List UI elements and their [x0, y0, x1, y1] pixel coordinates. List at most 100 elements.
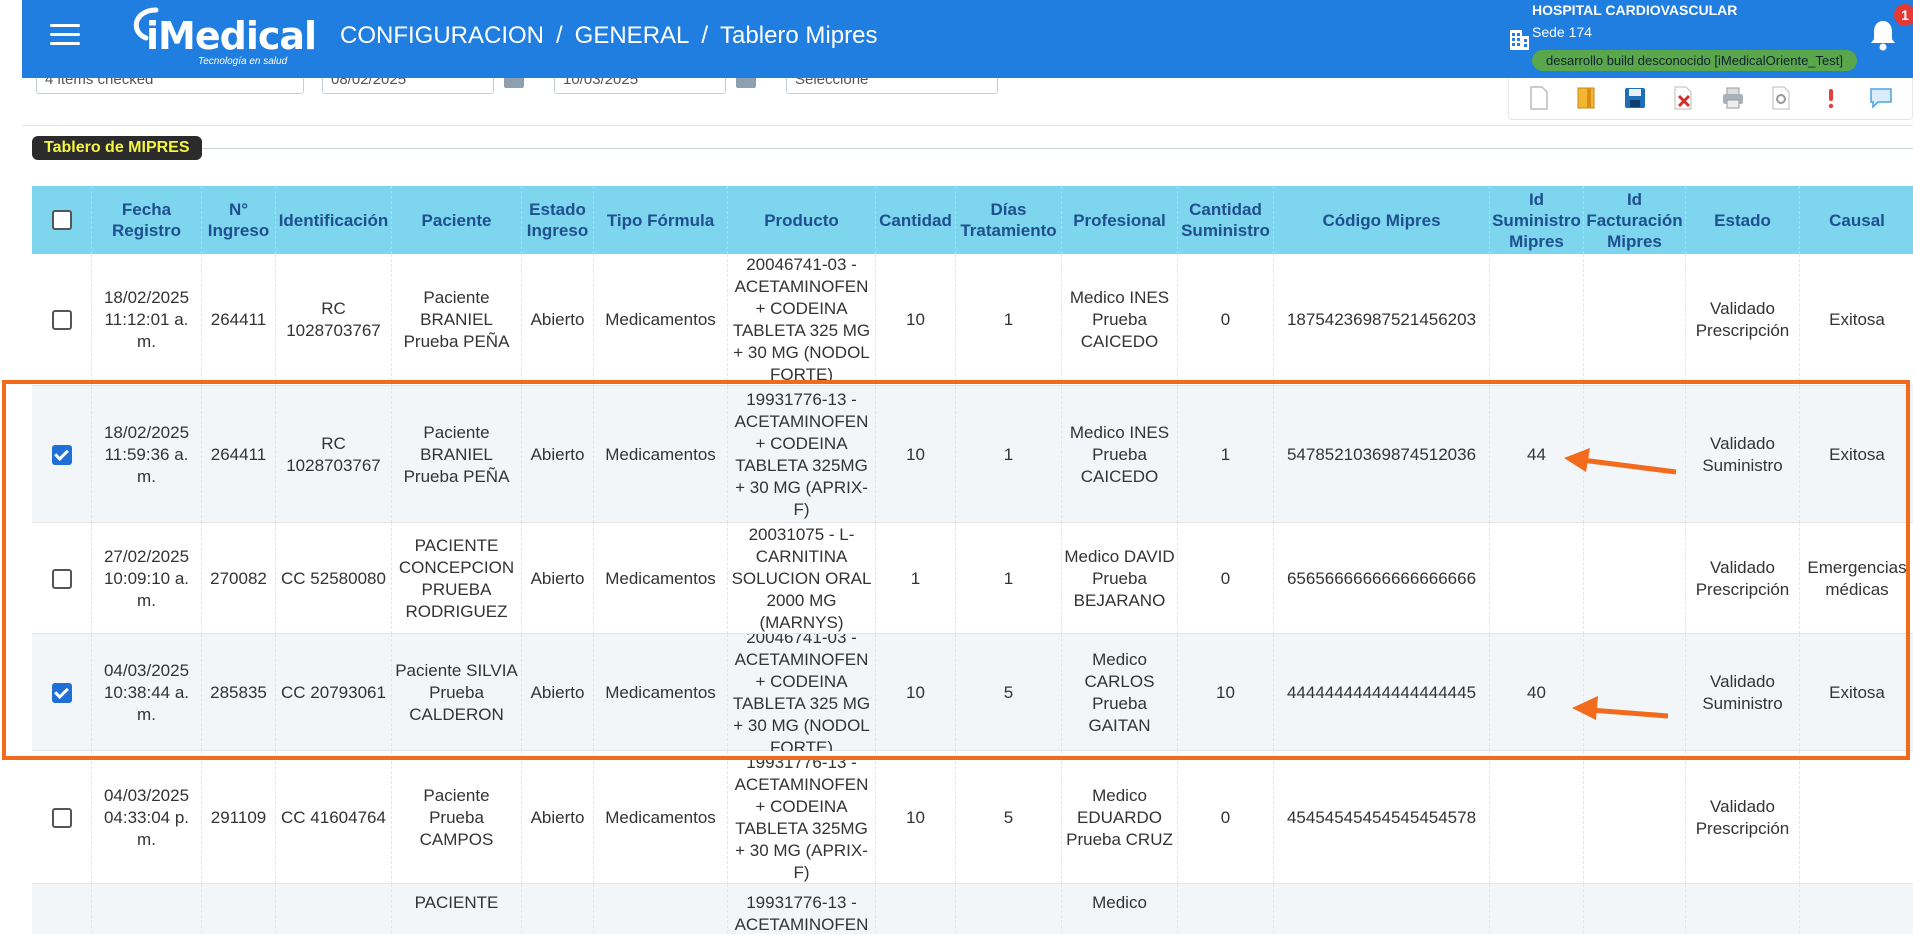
- table-row[interactable]: 04/03/2025 10:38:44 a. m. 285835 CC 207930…: [32, 634, 1913, 751]
- cell-numero-ingreso: 285835: [202, 634, 276, 751]
- column-header-paciente[interactable]: Paciente: [392, 186, 522, 254]
- column-header-numero-ingreso[interactable]: N° Ingreso: [202, 186, 276, 254]
- select-all-checkbox[interactable]: [51, 210, 72, 230]
- table-row[interactable]: PACIENTE 19931776-13 - ACETAMINOFEN Medico: [32, 884, 1913, 934]
- table-row[interactable]: 18/02/2025 11:59:36 a. m. 264411 RC 102870…: [32, 386, 1913, 523]
- environment-badge: desarrollo build desconocido [iMedicalOr…: [1532, 50, 1857, 71]
- cell-producto: 20031075 - L-CARNITINA SOLUCION ORAL 200…: [728, 523, 876, 634]
- cell-estado-ingreso: Abierto: [522, 523, 594, 634]
- cell-causal: Exitosa: [1800, 634, 1913, 751]
- column-header-cantidad-suministro[interactable]: Cantidad Suministro: [1178, 186, 1274, 254]
- column-header-codigo-mipres[interactable]: Código Mipres: [1274, 186, 1490, 254]
- cell-numero-ingreso: 270082: [202, 523, 276, 634]
- cell-producto: 20046741-03 - ACETAMINOFEN + CODEINA TAB…: [728, 634, 876, 751]
- column-header-id-facturacion-mipres[interactable]: Id Facturación Mipres: [1584, 186, 1686, 254]
- table-row[interactable]: 27/02/2025 10:09:10 a. m. 270082 CC 525800…: [32, 523, 1913, 634]
- column-header-fecha-registro[interactable]: Fecha Registro: [92, 186, 202, 254]
- cell-estado-ingreso: [522, 884, 594, 934]
- cell-cantidad: 1: [876, 523, 956, 634]
- cell-paciente: Paciente BRANIEL Prueba PEÑA: [392, 386, 522, 523]
- cell-dias-tratamiento: 1: [956, 254, 1062, 386]
- row-select-cell: [32, 634, 92, 751]
- column-header-dias-tratamiento[interactable]: Días Tratamiento: [956, 186, 1062, 254]
- cell-id-suministro-mipres: [1490, 751, 1584, 884]
- menu-icon[interactable]: [50, 24, 80, 48]
- cell-identificacion: RC 1028703767: [276, 386, 392, 523]
- cell-cantidad-suministro: 0: [1178, 751, 1274, 884]
- cell-cantidad: 10: [876, 386, 956, 523]
- cell-identificacion: CC 41604764: [276, 751, 392, 884]
- delete-icon[interactable]: [1671, 85, 1695, 111]
- row-select-cell: [32, 751, 92, 884]
- cell-estado: Validado Suministro: [1686, 386, 1800, 523]
- cell-tipo-formula: Medicamentos: [594, 634, 728, 751]
- column-header-producto[interactable]: Producto: [728, 186, 876, 254]
- cell-dias-tratamiento: 5: [956, 634, 1062, 751]
- table-row[interactable]: 04/03/2025 04:33:04 p. m. 291109 CC 416047…: [32, 751, 1913, 884]
- cell-identificacion: RC 1028703767: [276, 254, 392, 386]
- cell-fecha-registro: 04/03/2025 10:38:44 a. m.: [92, 634, 202, 751]
- cell-causal: [1800, 884, 1913, 934]
- cell-causal: Exitosa: [1800, 254, 1913, 386]
- cell-paciente: PACIENTE: [392, 884, 522, 934]
- cell-estado: Validado Prescripción: [1686, 254, 1800, 386]
- print-icon[interactable]: [1721, 85, 1745, 111]
- page: 4 items checked 08/02/2025 10/03/2025 Se…: [0, 0, 1913, 934]
- row-select-cell: [32, 523, 92, 634]
- cell-cantidad: 10: [876, 751, 956, 884]
- row-select-cell: [32, 254, 92, 386]
- cell-estado-ingreso: Abierto: [522, 634, 594, 751]
- alert-icon[interactable]: [1819, 85, 1843, 111]
- cell-cantidad-suministro: 0: [1178, 254, 1274, 386]
- cell-estado: Validado Prescripción: [1686, 751, 1800, 884]
- cell-profesional: Medico DAVID Prueba BEJARANO: [1062, 523, 1178, 634]
- sede-label: Sede 174: [1532, 24, 1592, 40]
- cell-dias-tratamiento: 1: [956, 386, 1062, 523]
- comment-icon[interactable]: [1869, 85, 1893, 111]
- column-header-cantidad[interactable]: Cantidad: [876, 186, 956, 254]
- table-row[interactable]: 18/02/2025 11:12:01 a. m. 264411 RC 102870…: [32, 254, 1913, 386]
- cell-estado-ingreso: Abierto: [522, 751, 594, 884]
- panel-divider: [32, 148, 1913, 149]
- cell-id-facturacion-mipres: [1584, 751, 1686, 884]
- save-icon[interactable]: [1623, 85, 1647, 111]
- row-checkbox[interactable]: [51, 310, 72, 330]
- row-select-cell: [32, 884, 92, 934]
- top-bar: iMedical Tecnología en salud CONFIGURACI…: [22, 0, 1913, 78]
- row-checkbox[interactable]: [51, 444, 72, 465]
- preview-icon[interactable]: [1769, 85, 1793, 111]
- column-header-tipo-formula[interactable]: Tipo Fórmula: [594, 186, 728, 254]
- breadcrumb-item-tablero: Tablero Mipres: [720, 22, 878, 49]
- column-header-profesional[interactable]: Profesional: [1062, 186, 1178, 254]
- building-icon: [1510, 30, 1529, 50]
- cell-id-facturacion-mipres: [1584, 523, 1686, 634]
- row-checkbox[interactable]: [51, 682, 72, 703]
- cell-id-suministro-mipres: 40: [1490, 634, 1584, 751]
- column-header-identificacion[interactable]: Identificación: [276, 186, 392, 254]
- cell-numero-ingreso: [202, 884, 276, 934]
- breadcrumb-item-general[interactable]: GENERAL: [575, 22, 690, 49]
- book-icon[interactable]: [1575, 85, 1599, 111]
- bell-icon[interactable]: [1868, 18, 1898, 52]
- column-header-estado[interactable]: Estado: [1686, 186, 1800, 254]
- cell-cantidad: 10: [876, 634, 956, 751]
- cell-identificacion: [276, 884, 392, 934]
- column-header-causal[interactable]: Causal: [1800, 186, 1913, 254]
- new-document-icon[interactable]: [1527, 85, 1551, 111]
- cell-producto: 19931776-13 - ACETAMINOFEN: [728, 884, 876, 934]
- cell-numero-ingreso: 291109: [202, 751, 276, 884]
- breadcrumb-item-configuracion[interactable]: CONFIGURACION: [340, 22, 544, 49]
- cell-causal: Exitosa: [1800, 386, 1913, 523]
- cell-profesional: Medico EDUARDO Prueba CRUZ: [1062, 751, 1178, 884]
- cell-id-facturacion-mipres: [1584, 634, 1686, 751]
- cell-id-facturacion-mipres: [1584, 884, 1686, 934]
- row-checkbox[interactable]: [51, 568, 72, 589]
- row-checkbox[interactable]: [51, 807, 72, 828]
- cell-estado: Validado Suministro: [1686, 634, 1800, 751]
- column-header-estado-ingreso[interactable]: Estado Ingreso: [522, 186, 594, 254]
- cell-dias-tratamiento: 5: [956, 751, 1062, 884]
- column-header-id-suministro-mipres[interactable]: Id Suministro Mipres: [1490, 186, 1584, 254]
- cell-codigo-mipres: 65656666666666666666: [1274, 523, 1490, 634]
- cell-tipo-formula: Medicamentos: [594, 254, 728, 386]
- cell-id-suministro-mipres: [1490, 884, 1584, 934]
